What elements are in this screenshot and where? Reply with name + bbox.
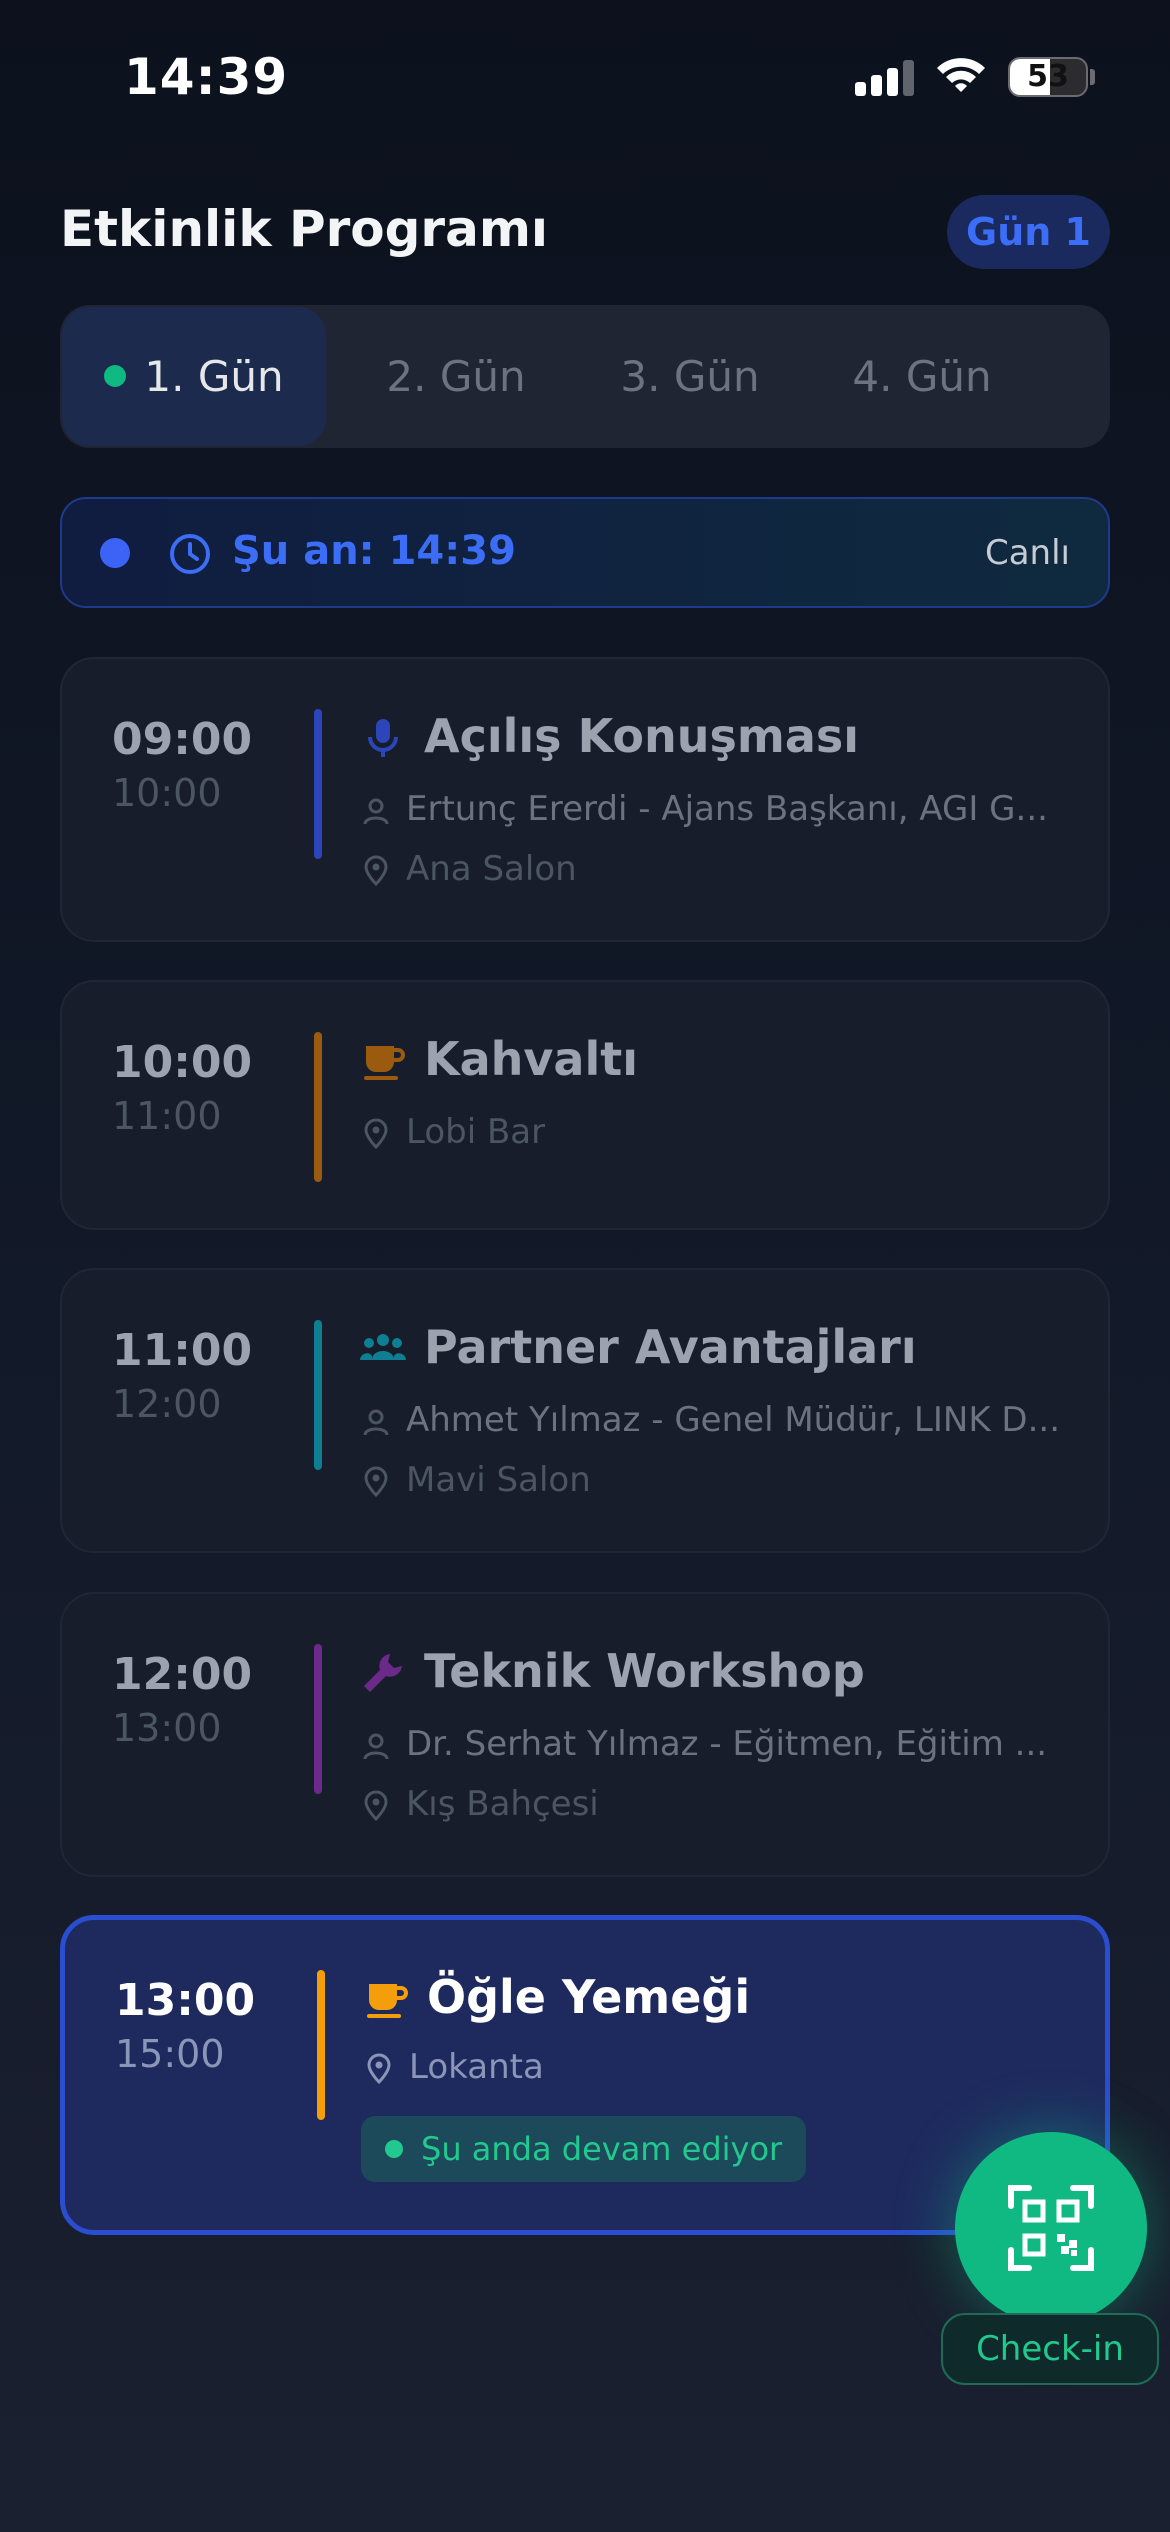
session-start-time: 09:00 xyxy=(112,714,253,765)
person-icon xyxy=(363,1733,389,1760)
session-title: Teknik Workshop xyxy=(424,1644,865,1698)
location-text: Mavi Salon xyxy=(406,1460,591,1500)
battery-icon: 53 xyxy=(1008,57,1088,97)
session-start-time: 13:00 xyxy=(115,1975,256,2026)
location-text: Ana Salon xyxy=(406,849,577,889)
page-title: Etkinlik Programı xyxy=(60,200,549,258)
qr-code-icon xyxy=(1008,2185,1094,2271)
session-location: Lobi Bar xyxy=(360,1112,1080,1156)
session-card[interactable]: 12:00 13:00 Teknik Workshop Dr. Serhat Y… xyxy=(60,1592,1110,1877)
people-group-icon xyxy=(360,1334,406,1360)
cellular-signal-icon xyxy=(855,60,915,96)
wifi-icon xyxy=(937,58,985,92)
tab-day-2[interactable]: 2. Gün xyxy=(356,305,556,448)
clock-icon xyxy=(170,534,210,574)
current-time-bar: Şu an: 14:39 Canlı xyxy=(60,497,1110,608)
speaker-text: Ertunç Ererdi - Ajans Başkanı, AGI G... xyxy=(406,789,1048,829)
active-dot-icon xyxy=(104,364,127,387)
location-pin-icon xyxy=(364,1466,388,1498)
battery-percentage: 53 xyxy=(1027,59,1069,94)
tab-day-3[interactable]: 3. Gün xyxy=(590,305,790,448)
wrench-icon xyxy=(364,1654,402,1692)
session-start-time: 11:00 xyxy=(112,1325,253,1376)
session-end-time: 11:00 xyxy=(112,1094,222,1138)
ongoing-dot-icon xyxy=(385,2140,403,2158)
session-location: Kış Bahçesi xyxy=(360,1784,1080,1828)
location-text: Lokanta xyxy=(409,2047,544,2087)
microphone-icon xyxy=(368,719,398,757)
session-location: Ana Salon xyxy=(360,849,1080,893)
session-color-bar xyxy=(314,1320,322,1470)
tab-label: 1. Gün xyxy=(144,352,284,401)
session-end-time: 10:00 xyxy=(112,771,222,815)
location-pin-icon xyxy=(364,1790,388,1822)
session-color-bar xyxy=(314,709,322,859)
check-in-button[interactable] xyxy=(955,2132,1147,2324)
tab-label: 4. Gün xyxy=(852,352,992,401)
ongoing-text: Şu anda devam ediyor xyxy=(421,2130,783,2168)
tab-day-4[interactable]: 4. Gün xyxy=(822,305,1022,448)
session-speaker: Ertunç Ererdi - Ajans Başkanı, AGI G... xyxy=(360,789,1080,833)
location-pin-icon xyxy=(364,855,388,887)
battery-cap xyxy=(1090,69,1095,85)
status-time: 14:39 xyxy=(124,48,289,106)
person-icon xyxy=(363,1409,389,1436)
session-speaker: Dr. Serhat Yılmaz - Eğitmen, Eğitim ... xyxy=(360,1724,1080,1768)
session-speaker: Ahmet Yılmaz - Genel Müdür, LINK D... xyxy=(360,1400,1080,1444)
coffee-cup-icon xyxy=(367,1984,408,2018)
session-end-time: 12:00 xyxy=(112,1382,222,1426)
check-in-label[interactable]: Check-in xyxy=(941,2313,1159,2385)
session-color-bar xyxy=(314,1032,322,1182)
session-start-time: 12:00 xyxy=(112,1649,253,1700)
session-end-time: 15:00 xyxy=(115,2032,225,2076)
session-location: Lokanta xyxy=(363,2047,1083,2091)
location-pin-icon xyxy=(367,2053,391,2085)
live-dot-icon xyxy=(100,538,130,568)
day-badge[interactable]: Gün 1 xyxy=(947,195,1110,269)
session-title: Açılış Konuşması xyxy=(424,709,860,763)
session-card[interactable]: 10:00 11:00 Kahvaltı Lobi Bar xyxy=(60,980,1110,1230)
session-title: Öğle Yemeği xyxy=(427,1970,751,2024)
location-text: Kış Bahçesi xyxy=(406,1784,599,1824)
tab-label: 3. Gün xyxy=(620,352,760,401)
ongoing-badge: Şu anda devam ediyor xyxy=(361,2116,807,2182)
tab-label: 2. Gün xyxy=(386,352,526,401)
person-icon xyxy=(363,798,389,825)
session-color-bar xyxy=(317,1970,325,2120)
session-title: Kahvaltı xyxy=(424,1032,638,1086)
session-location: Mavi Salon xyxy=(360,1460,1080,1504)
tab-day-1[interactable]: 1. Gün xyxy=(62,307,326,446)
session-color-bar xyxy=(314,1644,322,1794)
location-pin-icon xyxy=(364,1118,388,1150)
session-title: Partner Avantajları xyxy=(424,1320,917,1374)
current-time-text: Şu an: 14:39 xyxy=(232,528,516,574)
location-text: Lobi Bar xyxy=(406,1112,546,1152)
session-card[interactable]: 09:00 10:00 Açılış Konuşması Ertunç Erer… xyxy=(60,657,1110,942)
session-card-current[interactable]: 13:00 15:00 Öğle Yemeği Lokanta Şu anda … xyxy=(60,1915,1110,2235)
speaker-text: Ahmet Yılmaz - Genel Müdür, LINK D... xyxy=(406,1400,1061,1440)
status-bar: 14:39 53 xyxy=(0,0,1170,150)
speaker-text: Dr. Serhat Yılmaz - Eğitmen, Eğitim ... xyxy=(406,1724,1048,1764)
session-card[interactable]: 11:00 12:00 Partner Avantajları Ahmet Yı… xyxy=(60,1268,1110,1553)
live-label: Canlı xyxy=(984,533,1070,573)
session-start-time: 10:00 xyxy=(112,1037,253,1088)
coffee-cup-icon xyxy=(364,1046,405,1080)
day-tabs: 1. Gün 2. Gün 3. Gün 4. Gün xyxy=(60,305,1110,448)
session-end-time: 13:00 xyxy=(112,1706,222,1750)
